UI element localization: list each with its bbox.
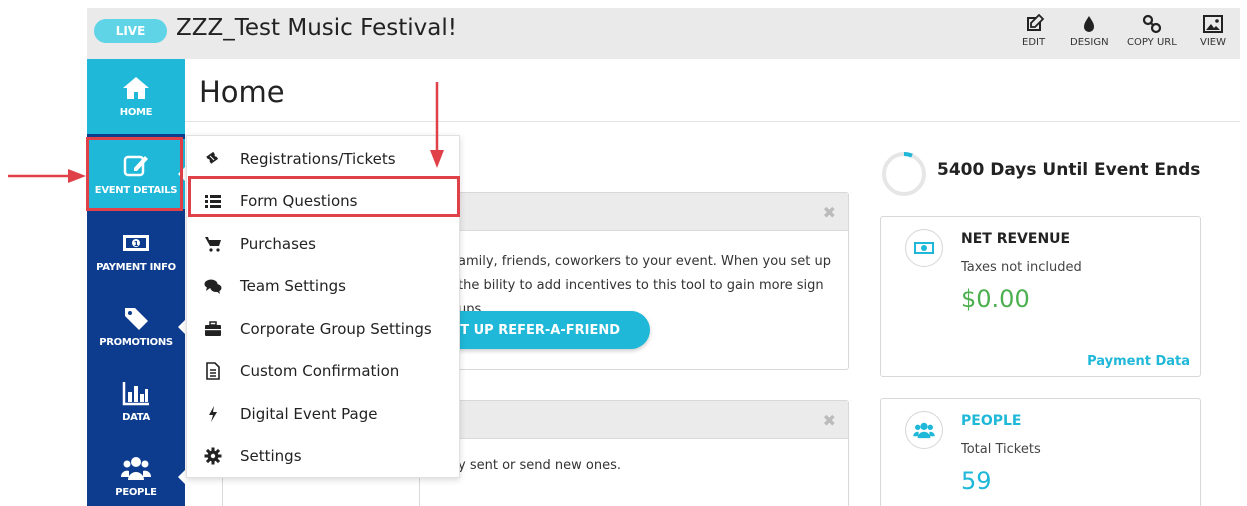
event-title: ZZZ_Test Music Festival! <box>176 15 457 41</box>
menu-item-label: Purchases <box>240 235 316 253</box>
document-icon <box>206 362 220 380</box>
design-label: DESIGN <box>1070 37 1109 48</box>
header-divider <box>185 121 1240 122</box>
annotation-arrow-right <box>8 169 86 183</box>
sidebar-item-payment-info[interactable]: 1 PAYMENT INFO <box>87 214 185 289</box>
edit-button[interactable]: EDIT <box>1022 14 1045 48</box>
sidebar: HOME EVENT DETAILS 1 PAYMENT INFO PROMOT… <box>87 59 186 506</box>
email-description: y sent or send new ones. <box>458 458 621 473</box>
menu-item-label: Corporate Group Settings <box>240 320 432 338</box>
sidebar-item-label: PEOPLE <box>115 487 157 498</box>
countdown-progress-ring <box>882 151 926 196</box>
menu-item-custom-confirmation[interactable]: Custom Confirmation <box>187 350 461 392</box>
countdown-text: 5400 Days Until Event Ends <box>937 160 1201 180</box>
sidebar-item-data[interactable]: DATA <box>87 364 185 439</box>
edit-icon <box>1026 14 1044 31</box>
copy-url-label: COPY URL <box>1127 37 1177 48</box>
chat-icon <box>204 279 222 294</box>
sidebar-item-people[interactable]: PEOPLE <box>87 439 186 506</box>
copy-url-button[interactable]: COPY URL <box>1127 14 1177 48</box>
sidebar-item-label: PAYMENT INFO <box>96 262 176 273</box>
page-title: Home <box>199 75 285 109</box>
users-icon <box>913 422 935 439</box>
annotation-arrow-down <box>430 82 444 168</box>
sidebar-item-promotions[interactable]: PROMOTIONS <box>87 289 186 364</box>
droplet-icon <box>1084 16 1095 32</box>
sidebar-item-label: HOME <box>119 107 153 118</box>
design-button[interactable]: DESIGN <box>1070 14 1109 48</box>
money-icon: 1 <box>123 235 149 251</box>
menu-item-settings[interactable]: Settings <box>187 435 461 477</box>
net-revenue-value: $0.00 <box>961 285 1030 313</box>
highlight-box-event-details <box>86 137 183 211</box>
users-icon <box>121 457 151 480</box>
sidebar-item-label: PROMOTIONS <box>99 337 173 348</box>
sidebar-item-home[interactable]: HOME <box>87 59 185 134</box>
home-icon <box>123 77 149 99</box>
people-value: 59 <box>961 467 992 495</box>
revenue-icon-badge <box>905 229 943 267</box>
close-icon[interactable]: ✖ <box>823 411 836 430</box>
menu-item-label: Team Settings <box>240 277 346 295</box>
net-revenue-subtitle: Taxes not included <box>961 260 1082 275</box>
menu-item-registrations-tickets[interactable]: Registrations/Tickets <box>187 138 461 180</box>
top-bar: LIVE ZZZ_Test Music Festival! EDIT DESIG… <box>87 8 1240 59</box>
net-revenue-card: NET REVENUE Taxes not included $0.00 Pay… <box>880 216 1201 377</box>
menu-item-purchases[interactable]: Purchases <box>187 223 461 265</box>
cart-icon <box>205 237 221 252</box>
people-icon-badge <box>905 411 943 449</box>
menu-item-label: Registrations/Tickets <box>240 150 396 168</box>
net-revenue-label: NET REVENUE <box>961 231 1071 247</box>
menu-item-label: Digital Event Page <box>240 405 378 423</box>
payment-data-link[interactable]: Payment Data <box>1087 354 1190 369</box>
bolt-icon <box>209 406 217 422</box>
people-caret <box>178 468 186 485</box>
menu-item-corporate-group-settings[interactable]: Corporate Group Settings <box>187 308 461 350</box>
close-icon[interactable]: ✖ <box>823 203 836 222</box>
people-label: PEOPLE <box>961 413 1022 429</box>
bar-chart-icon <box>122 382 149 406</box>
sidebar-item-label: DATA <box>122 412 150 423</box>
app-window: LIVE ZZZ_Test Music Festival! EDIT DESIG… <box>0 0 1247 506</box>
menu-item-label: Custom Confirmation <box>240 362 400 380</box>
ticket-icon <box>206 151 219 164</box>
menu-item-digital-event-page[interactable]: Digital Event Page <box>187 393 461 435</box>
promotions-caret <box>178 318 186 335</box>
tag-icon <box>125 308 148 330</box>
view-label: VIEW <box>1200 37 1226 48</box>
gear-icon <box>204 447 222 465</box>
image-icon <box>1203 15 1223 33</box>
money-icon <box>914 242 934 254</box>
view-button[interactable]: VIEW <box>1200 14 1226 48</box>
menu-item-label: Settings <box>240 447 302 465</box>
menu-item-team-settings[interactable]: Team Settings <box>187 265 461 307</box>
svg-text:1: 1 <box>134 240 139 248</box>
people-card: PEOPLE Total Tickets 59 <box>880 398 1201 506</box>
link-icon <box>1142 14 1161 34</box>
highlight-box-form-questions <box>188 176 460 217</box>
edit-label: EDIT <box>1022 37 1046 48</box>
people-subtitle: Total Tickets <box>961 442 1041 457</box>
live-status-badge: LIVE <box>94 19 167 43</box>
briefcase-icon <box>205 321 221 336</box>
